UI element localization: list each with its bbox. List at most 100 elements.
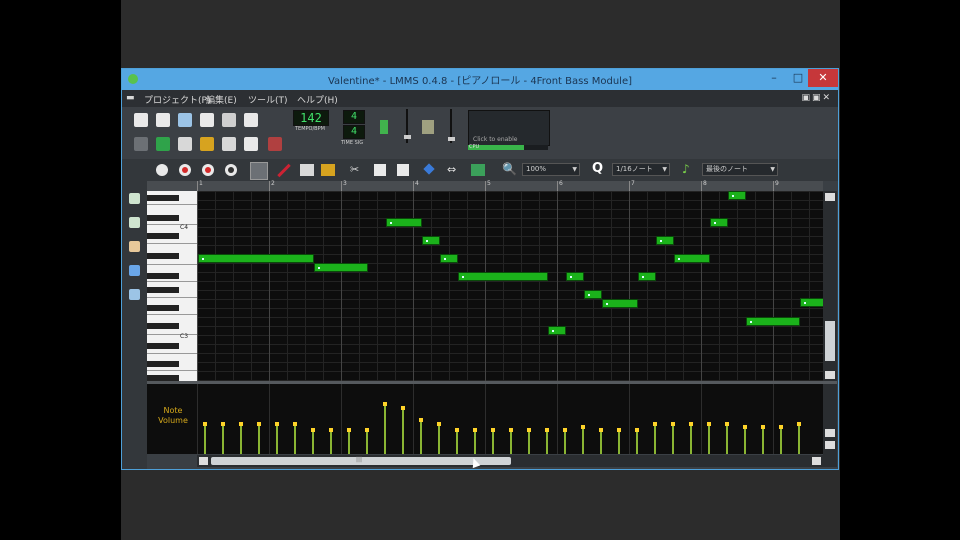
black-key[interactable]: [147, 233, 179, 239]
volume-bar[interactable]: [617, 428, 621, 454]
volume-bar[interactable]: [275, 422, 279, 454]
black-key[interactable]: [147, 253, 179, 259]
white-key[interactable]: [147, 243, 197, 244]
song-editor-icon[interactable]: [134, 137, 148, 151]
white-key[interactable]: [147, 281, 197, 282]
copy-icon[interactable]: [374, 164, 386, 176]
volume-handle[interactable]: [329, 428, 333, 432]
volume-handle[interactable]: [419, 418, 423, 422]
black-key[interactable]: [147, 323, 179, 329]
volume-handle[interactable]: [563, 428, 567, 432]
black-key[interactable]: [147, 305, 179, 311]
volume-bar[interactable]: [293, 422, 297, 454]
snap-icon[interactable]: [423, 163, 435, 175]
volume-bar[interactable]: [509, 428, 513, 454]
note-length-combo[interactable]: 最後のノート ▼: [702, 163, 778, 176]
volume-handle[interactable]: [509, 428, 513, 432]
note[interactable]: [800, 298, 823, 307]
piano-roll-icon[interactable]: [178, 137, 192, 151]
volume-bar[interactable]: [257, 422, 261, 454]
note-grid[interactable]: [197, 191, 823, 381]
volume-handle[interactable]: [455, 428, 459, 432]
menu-tools[interactable]: ツール(T): [248, 93, 288, 106]
volume-handle[interactable]: [797, 422, 801, 426]
select-mode-icon[interactable]: [300, 164, 314, 176]
black-key[interactable]: [147, 273, 179, 279]
white-key[interactable]: [147, 314, 197, 315]
zoom-combo[interactable]: 100% ▼: [522, 163, 580, 176]
black-key[interactable]: [147, 215, 179, 221]
volume-bar[interactable]: [473, 428, 477, 454]
close-button[interactable]: ✕: [808, 69, 838, 87]
horizontal-scrollbar[interactable]: |||: [197, 455, 823, 467]
sidebar-instruments-icon[interactable]: [129, 193, 140, 204]
detune-mode-icon[interactable]: [321, 164, 335, 176]
volume-bar[interactable]: [329, 428, 333, 454]
cut-icon[interactable]: ✂: [350, 163, 359, 176]
quantize-notes-icon[interactable]: [471, 164, 485, 176]
master-volume-handle[interactable]: [404, 135, 411, 139]
controller-rack-icon[interactable]: [268, 137, 282, 151]
volume-handle[interactable]: [761, 425, 765, 429]
volume-bar[interactable]: [383, 402, 387, 454]
sidebar-samples-icon[interactable]: [129, 241, 140, 252]
horizontal-scroll-thumb[interactable]: |||: [211, 456, 511, 465]
automation-editor-icon[interactable]: [200, 137, 214, 151]
volume-handle[interactable]: [401, 406, 405, 410]
sidebar-projects-icon[interactable]: [129, 265, 140, 276]
scroll-right-arrow[interactable]: [812, 457, 821, 465]
note[interactable]: [566, 272, 584, 281]
white-key[interactable]: [147, 334, 197, 335]
white-key[interactable]: [147, 264, 197, 265]
volume-handle[interactable]: [347, 428, 351, 432]
note[interactable]: [602, 299, 638, 308]
volume-handle[interactable]: [653, 422, 657, 426]
volume-handle[interactable]: [617, 428, 621, 432]
volume-bar[interactable]: [653, 422, 657, 454]
beat-bassline-icon[interactable]: [156, 137, 170, 151]
volume-bar[interactable]: [347, 428, 351, 454]
scroll-up-arrow[interactable]: [825, 193, 835, 201]
menu-icon[interactable]: ▬: [126, 93, 135, 103]
scroll-left-arrow[interactable]: [199, 457, 208, 465]
paste-icon[interactable]: [397, 164, 409, 176]
volume-handle[interactable]: [293, 422, 297, 426]
volume-handle[interactable]: [257, 422, 261, 426]
note[interactable]: [422, 236, 440, 245]
oscilloscope[interactable]: Click to enable: [468, 110, 550, 146]
volume-handle[interactable]: [743, 425, 747, 429]
volume-handle[interactable]: [635, 428, 639, 432]
fit-icon[interactable]: ⇔: [447, 163, 456, 176]
note[interactable]: [656, 236, 674, 245]
white-key[interactable]: [147, 353, 197, 354]
volume-handle[interactable]: [221, 422, 225, 426]
volume-bar[interactable]: [437, 422, 441, 454]
timesig-numerator[interactable]: 4: [343, 110, 365, 124]
volume-handle[interactable]: [545, 428, 549, 432]
volume-handle[interactable]: [599, 428, 603, 432]
volume-bar[interactable]: [779, 425, 783, 454]
note[interactable]: [710, 218, 728, 227]
note[interactable]: [440, 254, 458, 263]
open-project-icon[interactable]: [178, 113, 192, 127]
black-key[interactable]: [147, 195, 179, 201]
mdi-window-buttons[interactable]: ▣▣✕: [801, 93, 832, 103]
volume-scroll-down-arrow[interactable]: [825, 441, 835, 449]
volume-handle[interactable]: [203, 422, 207, 426]
note[interactable]: [746, 317, 800, 326]
menu-project[interactable]: プロジェクト(P): [144, 93, 210, 106]
volume-handle[interactable]: [239, 422, 243, 426]
volume-bar[interactable]: [671, 422, 675, 454]
volume-scroll[interactable]: [823, 384, 837, 467]
stop-icon[interactable]: [225, 164, 237, 176]
tempo-display[interactable]: 142: [293, 110, 329, 126]
menu-edit[interactable]: 編集(E): [206, 93, 237, 106]
volume-handle[interactable]: [311, 428, 315, 432]
volume-bar[interactable]: [797, 422, 801, 454]
save-icon[interactable]: [222, 113, 236, 127]
volume-bar[interactable]: [365, 428, 369, 454]
volume-bar[interactable]: [581, 425, 585, 454]
black-key[interactable]: [147, 361, 179, 367]
sidebar-presets-icon[interactable]: [129, 217, 140, 228]
black-key[interactable]: [147, 343, 179, 349]
